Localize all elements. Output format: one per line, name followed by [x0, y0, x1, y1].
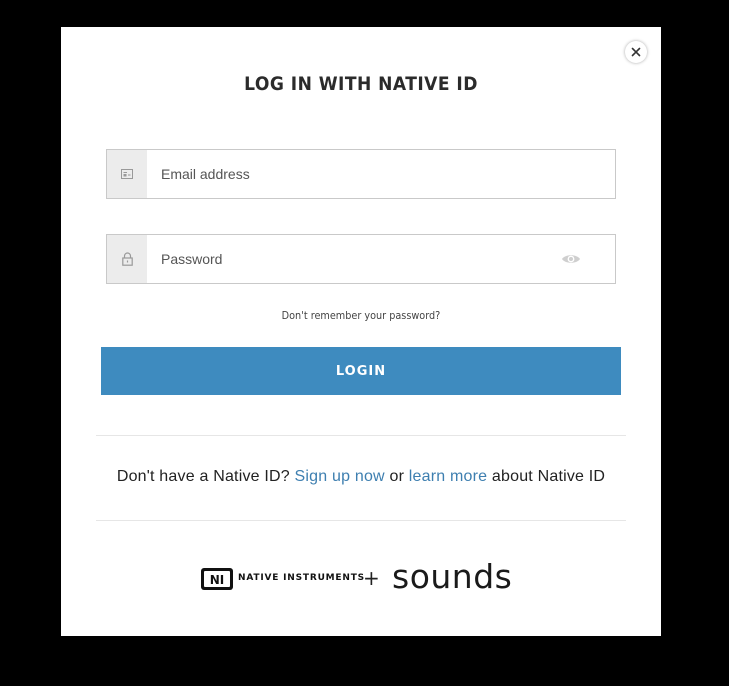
sounds-logo: sounds — [392, 559, 512, 595]
login-modal: LOG IN WITH NATIVE ID Email address Don'… — [61, 27, 661, 636]
password-input[interactable] — [161, 235, 541, 283]
brand-logos: NI NATIVE INSTRUMENTS + sounds — [201, 559, 521, 595]
forgot-password-link[interactable]: Don't remember your password? — [97, 309, 625, 322]
learn-more-link[interactable]: learn more — [409, 468, 487, 485]
lock-icon — [121, 252, 133, 266]
signup-prompt: Don't have a Native ID? Sign up now or l… — [61, 468, 661, 486]
plus-sign: + — [363, 566, 380, 590]
ni-mark: NI — [210, 573, 225, 587]
email-field[interactable] — [106, 149, 616, 199]
modal-title: LOG IN WITH NATIVE ID — [244, 73, 478, 95]
signup-link[interactable]: Sign up now — [295, 468, 385, 485]
native-instruments-wordmark: NATIVE INSTRUMENTS — [238, 573, 365, 583]
close-button[interactable] — [625, 41, 647, 63]
show-password-toggle[interactable] — [559, 249, 583, 269]
email-input[interactable] — [161, 150, 541, 198]
divider — [96, 520, 626, 521]
password-field[interactable] — [106, 234, 616, 284]
password-prefix — [107, 235, 147, 283]
eye-icon — [562, 255, 580, 263]
login-button[interactable]: LOGIN — [101, 347, 621, 395]
signup-prefix: Don't have a Native ID? — [116, 468, 290, 485]
divider — [96, 435, 626, 436]
close-icon — [631, 47, 641, 57]
signup-middle: or — [389, 468, 405, 485]
email-prefix — [107, 150, 147, 198]
id-card-icon — [121, 169, 133, 179]
login-button-label: LOGIN — [335, 363, 387, 379]
sounds-wordmark: sounds — [392, 559, 512, 595]
native-instruments-logo-icon: NI — [201, 568, 233, 590]
signup-suffix: about Native ID — [491, 468, 606, 485]
